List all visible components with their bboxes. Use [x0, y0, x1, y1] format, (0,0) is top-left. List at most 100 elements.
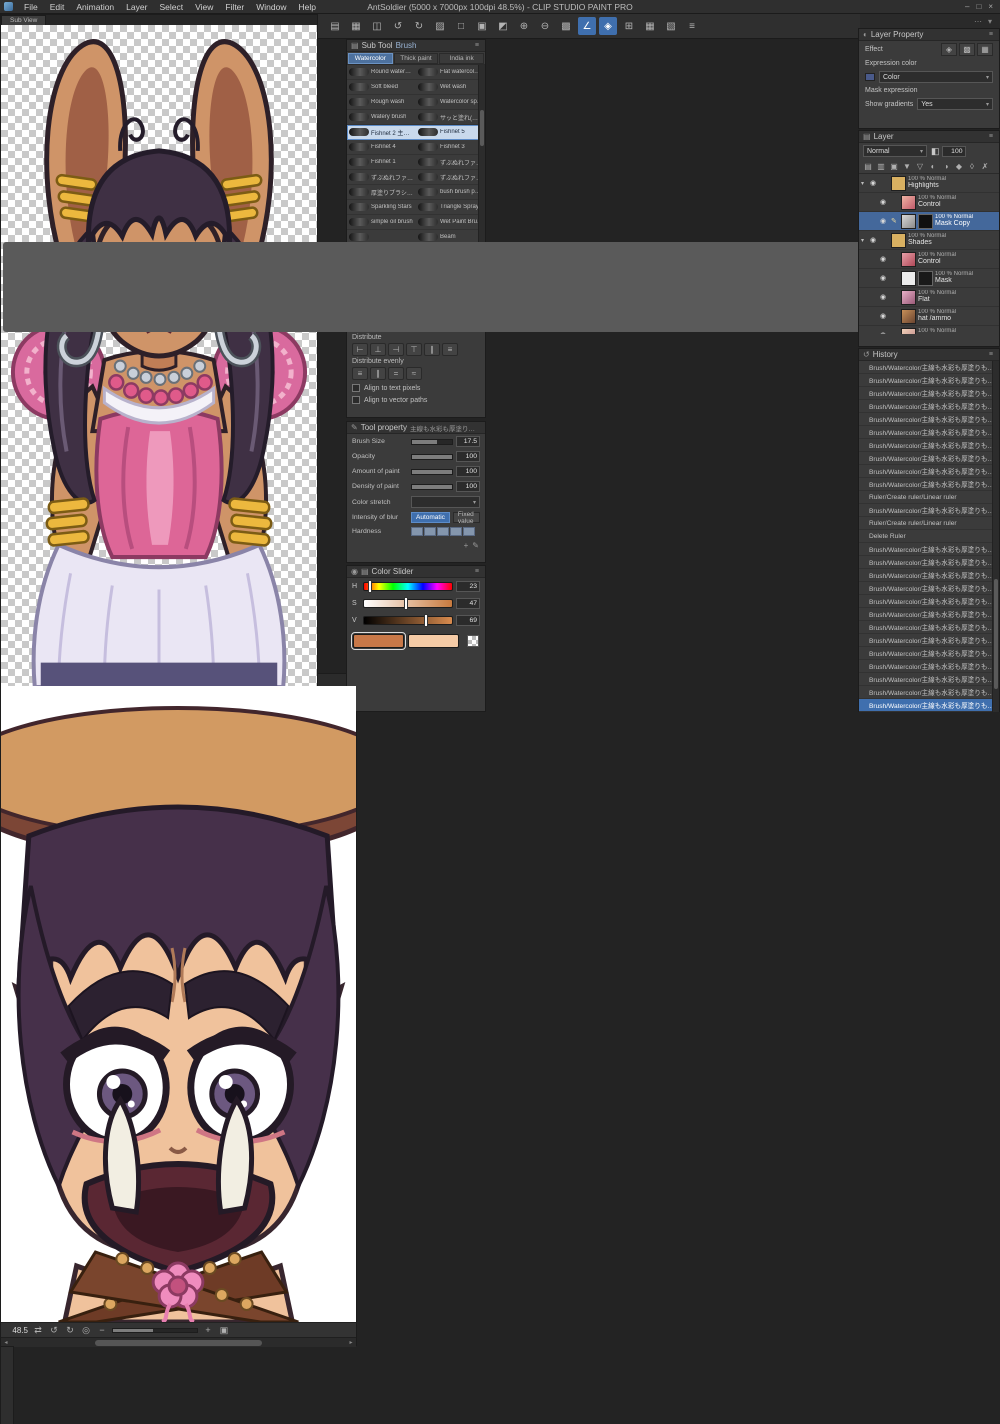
combine-to-lower-button[interactable]: ▽: [914, 160, 926, 172]
folder-caret-icon[interactable]: ▾: [861, 180, 868, 187]
distribute-center-v-button[interactable]: ∥: [424, 343, 440, 356]
add-to-subtool-button[interactable]: +: [464, 541, 469, 550]
history-entry[interactable]: Brush/Watercolor/主線も水彩も厚塗りも1本でやる欲張りもののブラ…: [859, 556, 999, 569]
sub-view-canvas[interactable]: [1, 25, 317, 687]
hue-value[interactable]: 23: [456, 581, 480, 592]
history-entry[interactable]: Brush/Watercolor/主線も水彩も厚塗りも1本でやる欲張りもののブラ…: [859, 400, 999, 413]
brush-item[interactable]: bush brush painting: [416, 185, 485, 199]
main-canvas[interactable]: [1, 686, 356, 1322]
brush-item[interactable]: サッと塗れ(筆混ぜ用ルーツ): [416, 110, 485, 124]
new-folder-button[interactable]: ▣: [888, 160, 900, 172]
layer-visibility-icon[interactable]: ◉: [880, 312, 889, 320]
menu-view[interactable]: View: [189, 2, 219, 12]
blur-fixed-value-toggle[interactable]: Fixed value: [452, 511, 480, 525]
brush-item[interactable]: Sparkling Stars: [347, 200, 416, 214]
undo-button[interactable]: ↺: [389, 17, 407, 35]
opacity-slider[interactable]: [411, 453, 453, 460]
scroll-thumb[interactable]: [94, 1339, 263, 1346]
brush-list-scrollbar[interactable]: [478, 65, 485, 251]
color-wheel-tab-icon[interactable]: ◉: [351, 567, 358, 576]
brush-item[interactable]: Triangle Spray: [416, 200, 485, 214]
brush-size-slider[interactable]: [411, 438, 453, 445]
brush-item[interactable]: ずぶぬれファイバー水彩: [347, 170, 416, 184]
history-entry[interactable]: Brush/Watercolor/主線も水彩も厚塗りも1本でやる欲張りもののブラ…: [859, 673, 999, 686]
saturation-value[interactable]: 47: [456, 598, 480, 609]
history-entry[interactable]: Brush/Watercolor/主線も水彩も厚塗りも1本でやる欲張りもののブラ…: [859, 504, 999, 517]
blur-automatic-toggle[interactable]: Automatic: [411, 512, 450, 523]
folder-caret-icon[interactable]: ▾: [861, 237, 868, 244]
history-scrollbar[interactable]: [992, 361, 999, 712]
scroll-thumb[interactable]: [480, 109, 484, 146]
layer-visibility-icon[interactable]: ◉: [880, 217, 889, 225]
layer-row[interactable]: ◉ 100 % Normal Flat: [859, 288, 999, 307]
sub-color-swatch[interactable]: [408, 634, 460, 648]
menu-layer[interactable]: Layer: [120, 2, 153, 12]
distribute-center-h-button[interactable]: ⊥: [370, 343, 386, 356]
layer-visibility-icon[interactable]: ◉: [880, 293, 889, 301]
layer-visibility-icon[interactable]: ◉: [880, 198, 889, 206]
amount-of-paint-slider[interactable]: [411, 468, 453, 475]
apply-mask-button[interactable]: ◑: [940, 160, 952, 172]
brush-item[interactable]: ずぶぬれファイバー厚塗: [416, 170, 485, 184]
distribute-left-button[interactable]: ⊢: [352, 343, 368, 356]
brush-item[interactable]: Round watercolor brush: [347, 65, 416, 79]
canvas-hscrollbar[interactable]: ◂ ▸: [1, 1337, 356, 1347]
history-entry[interactable]: Brush/Watercolor/主線も水彩も厚塗りも1本でやる欲張りもののブラ…: [859, 374, 999, 387]
color-slider-tab-icon[interactable]: ▤: [361, 567, 369, 576]
history-entry[interactable]: Brush/Watercolor/主線も水彩も厚塗りも1本でやる欲張りもののブラ…: [859, 634, 999, 647]
layer-row[interactable]: ◉ 100 % Normal Control: [859, 193, 999, 212]
deselect-button[interactable]: □: [452, 17, 470, 35]
history-entry[interactable]: Brush/Watercolor/主線も水彩も厚塗りも1本でやる欲張りもののブラ…: [859, 621, 999, 634]
history-entry[interactable]: Brush/Watercolor/主線も水彩も厚塗りも1本でやる欲張りもののブラ…: [859, 686, 999, 699]
history-entry[interactable]: Brush/Watercolor/主線も水彩も厚塗りも1本でやる欲張りもののブラ…: [859, 478, 999, 491]
menu-edit[interactable]: Edit: [44, 2, 71, 12]
main-color-swatch[interactable]: [350, 632, 407, 650]
panel-menu-icon[interactable]: ≡: [473, 42, 481, 49]
canvas-vscrollbar[interactable]: [0, 242, 997, 1424]
history-entry[interactable]: Brush/Watercolor/主線も水彩も厚塗りも1本でやる欲張りもののブラ…: [859, 439, 999, 452]
snap-to-grid-toggle[interactable]: ⊞: [620, 17, 638, 35]
scroll-thumb[interactable]: [994, 578, 998, 689]
canvas-rotate-cw-button[interactable]: ↻: [63, 1324, 77, 1337]
opacity-value[interactable]: 100: [456, 451, 480, 462]
maximize-button[interactable]: □: [976, 2, 981, 11]
show-gradients-dropdown[interactable]: Yes ▾: [917, 98, 993, 110]
color-slider-tab-label[interactable]: Color Slider: [372, 567, 414, 576]
layer-row[interactable]: ▾ ◉ 100 % Normal Shades: [859, 231, 999, 250]
distribute-evenly-gap-v-button[interactable]: ≈: [406, 367, 422, 380]
brush-size-value[interactable]: 17.5: [456, 436, 480, 447]
hue-slider[interactable]: [363, 580, 453, 593]
history-entry[interactable]: Ruler/Create ruler/Linear ruler: [859, 517, 999, 530]
delete-layer-button[interactable]: ✗: [979, 160, 991, 172]
hardness-selector[interactable]: [411, 527, 476, 536]
lock-layer-button[interactable]: ◊: [966, 160, 978, 172]
history-entry[interactable]: Delete Ruler: [859, 530, 999, 543]
layer-row[interactable]: ◉ 100 % Normal hat /ammo: [859, 307, 999, 326]
canvas-zoom-in-button[interactable]: +: [201, 1324, 215, 1337]
brush-item[interactable]: Fishnet 4: [347, 140, 416, 154]
value-slider[interactable]: [363, 614, 453, 627]
menu-file[interactable]: File: [18, 2, 44, 12]
layer-visibility-icon[interactable]: ◉: [870, 179, 879, 187]
amount-of-paint-value[interactable]: 100: [456, 466, 480, 477]
workspace-menu-icon[interactable]: ⋯: [974, 17, 982, 26]
menu-animation[interactable]: Animation: [70, 2, 120, 12]
align-vector-paths-checkbox[interactable]: [352, 396, 360, 404]
brush-item[interactable]: Watery brush: [347, 110, 416, 124]
menu-help[interactable]: Help: [292, 2, 321, 12]
brush-item[interactable]: Fishnet 3: [416, 140, 485, 154]
transfer-to-lower-button[interactable]: ▼: [901, 160, 913, 172]
layer-row[interactable]: ▾ ◉ 100 % Normal Highlights: [859, 174, 999, 193]
distribute-evenly-gap-h-button[interactable]: =: [388, 367, 404, 380]
canvas-fit-button[interactable]: ▣: [217, 1324, 231, 1337]
brush-item[interactable]: Flat watercolor brush: [416, 65, 485, 79]
history-entry[interactable]: Brush/Watercolor/主線も水彩も厚塗りも1本でやる欲張りもののブラ…: [859, 413, 999, 426]
show-material-button[interactable]: ▧: [662, 17, 680, 35]
brush-item[interactable]: ずぶぬれファイバー: [416, 155, 485, 169]
clear-button[interactable]: ▨: [431, 17, 449, 35]
show-grid-button[interactable]: ▦: [641, 17, 659, 35]
saturation-slider[interactable]: [363, 597, 453, 610]
new-raster-layer-button[interactable]: ▤: [862, 160, 874, 172]
main-menu-button[interactable]: ≡: [683, 17, 701, 35]
history-entry[interactable]: Brush/Watercolor/主線も水彩も厚塗りも1本でやる欲張りもののブラ…: [859, 595, 999, 608]
